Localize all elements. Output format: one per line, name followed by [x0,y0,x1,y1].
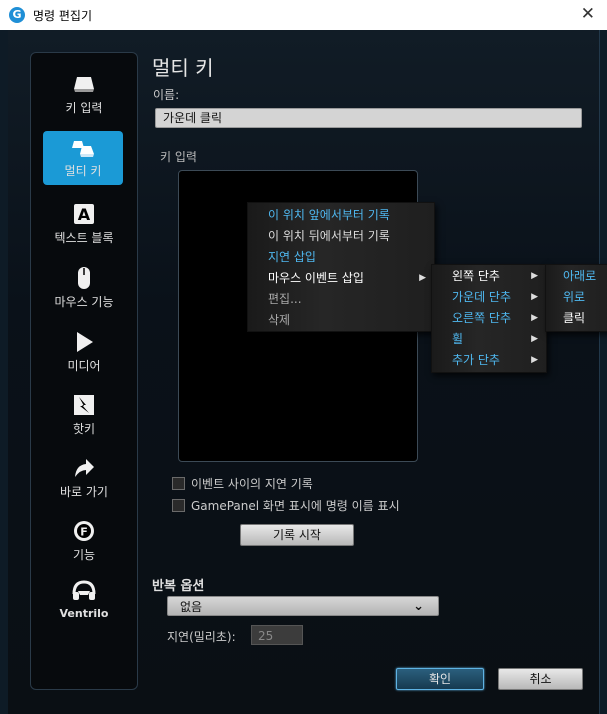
menu-item-label: 가운데 단추 [452,290,512,304]
keystrokes-label: 키 입력 [160,150,197,164]
shortcut-arrow-icon [75,459,94,477]
text-block-icon: A [74,204,94,224]
menu-item-insert-mouse-event[interactable]: 마우스 이벤트 삽입 ▶ [248,268,434,289]
mouse-icon [78,267,90,289]
delay-label: 지연(밀리초): [167,630,236,644]
submenu-arrow-icon: ▶ [531,313,538,323]
ok-button[interactable]: 확인 [396,668,484,690]
sidebar-item-function[interactable]: F 기능 [37,512,131,572]
sidebar-item-label: 미디어 [67,359,101,373]
title-bar: G 명령 편집기 ✕ [0,0,607,31]
menu-item-label: 추가 단추 [452,353,500,367]
menu-item-label: 편집... [268,292,302,306]
repeat-options-select[interactable]: 없음 ⌄ [167,596,439,616]
menu-item-right-button[interactable]: 오른쪽 단추 ▶ [432,308,546,329]
menu-item-middle-button[interactable]: 가운데 단추 ▶ [432,287,546,308]
sidebar-item-ventrilo[interactable]: Ventrilo [37,573,131,633]
menu-item-record-after[interactable]: 이 위치 뒤에서부터 기록 [248,226,434,247]
menu-item-label: 아래로 [563,269,597,283]
sidebar-item-label: 핫키 [72,422,96,436]
sidebar-item-label: 기능 [72,548,96,562]
sidebar-item-label: 바로 가기 [60,485,108,499]
menu-item-label: 왼쪽 단추 [452,269,500,283]
submenu-arrow-icon: ▶ [419,273,426,283]
sidebar-item-media[interactable]: 미디어 [37,323,131,383]
window-title: 명령 편집기 [33,9,93,23]
menu-item-record-before[interactable]: 이 위치 앞에서부터 기록 [248,205,434,226]
menu-item-down[interactable]: 아래로 [546,266,607,287]
menu-item-label: 이 위치 뒤에서부터 기록 [268,229,390,243]
sidebar-item-multikey[interactable]: 멀티 키 [43,131,123,185]
submenu-arrow-icon: ▶ [531,292,538,302]
sidebar-item-shortcut[interactable]: 바로 가기 [37,449,131,509]
menu-item-wheel[interactable]: 휠 ▶ [432,329,546,350]
mouse-event-submenu: 왼쪽 단추 ▶ 가운데 단추 ▶ 오른쪽 단추 ▶ 휠 ▶ 추가 단추 ▶ [431,264,547,373]
menu-item-label: 휠 [452,332,464,346]
menu-item-label: 마우스 이벤트 삽입 [268,271,364,285]
sidebar-item-label: 마우스 기능 [54,295,114,309]
command-type-sidebar: 키 입력 멀티 키 A 텍스트 블록 마우스 기능 미디어 핫키 바로 가기 F… [30,52,138,690]
sidebar-item-hotkey[interactable]: 핫키 [37,386,131,446]
close-button[interactable]: ✕ [581,4,595,24]
menu-item-extra-button[interactable]: 추가 단추 ▶ [432,350,546,371]
submenu-arrow-icon: ▶ [531,271,538,281]
function-gear-icon: F [74,521,94,541]
chevron-down-icon: ⌄ [413,599,424,614]
headset-icon [72,580,96,600]
menu-item-edit[interactable]: 편집... [248,289,434,310]
submenu-arrow-icon: ▶ [531,355,538,365]
record-delay-label: 이벤트 사이의 지연 기록 [191,477,313,491]
show-name-label: GamePanel 화면 표시에 명령 이름 표시 [191,499,400,513]
sidebar-item-label: Ventrilo [59,607,109,620]
logitech-logo-icon: G [9,7,25,23]
menu-item-label: 오른쪽 단추 [452,311,512,325]
play-icon [77,332,93,352]
delay-input[interactable]: 25 [251,625,303,645]
record-start-button[interactable]: 기록 시작 [240,524,354,546]
sidebar-item-label: 멀티 키 [64,164,102,178]
menu-item-insert-delay[interactable]: 지연 삽입 [248,247,434,268]
page-title: 멀티 키 [152,56,214,80]
sidebar-item-label: 텍스트 블록 [54,231,114,245]
sidebar-item-mouse-function[interactable]: 마우스 기능 [37,259,131,319]
multi-key-icon [72,141,94,157]
sidebar-item-keystroke[interactable]: 키 입력 [37,65,131,125]
menu-item-label: 삭제 [268,313,291,327]
repeat-selected-value: 없음 [180,600,203,614]
menu-item-label: 지연 삽입 [268,250,316,264]
name-label: 이름: [153,88,180,102]
command-name-input[interactable]: 가운데 클릭 [155,108,582,128]
function-glyph: F [80,526,88,539]
submenu-arrow-icon: ▶ [531,334,538,344]
cancel-button[interactable]: 취소 [498,668,583,690]
menu-item-label: 위로 [563,290,586,304]
sidebar-item-label: 키 입력 [65,101,103,115]
menu-item-up[interactable]: 위로 [546,287,607,308]
menu-item-delete[interactable]: 삭제 [248,310,434,331]
sidebar-item-text-block[interactable]: A 텍스트 블록 [37,195,131,255]
keyboard-key-icon [74,77,94,92]
show-name-checkbox[interactable] [172,499,185,512]
context-menu: 이 위치 앞에서부터 기록 이 위치 뒤에서부터 기록 지연 삽입 마우스 이벤… [247,202,435,332]
text-block-glyph: A [78,205,91,224]
background-strip-right [599,30,607,714]
menu-item-left-button[interactable]: 왼쪽 단추 ▶ [432,266,546,287]
record-delay-checkbox[interactable] [172,477,185,490]
repeat-options-label: 반복 옵션 [152,579,205,594]
hotkey-icon [74,395,94,415]
menu-item-click[interactable]: 클릭 [546,308,607,329]
left-button-submenu: 아래로 위로 클릭 [545,264,607,332]
menu-item-label: 이 위치 앞에서부터 기록 [268,208,390,222]
menu-item-label: 클릭 [563,311,586,325]
